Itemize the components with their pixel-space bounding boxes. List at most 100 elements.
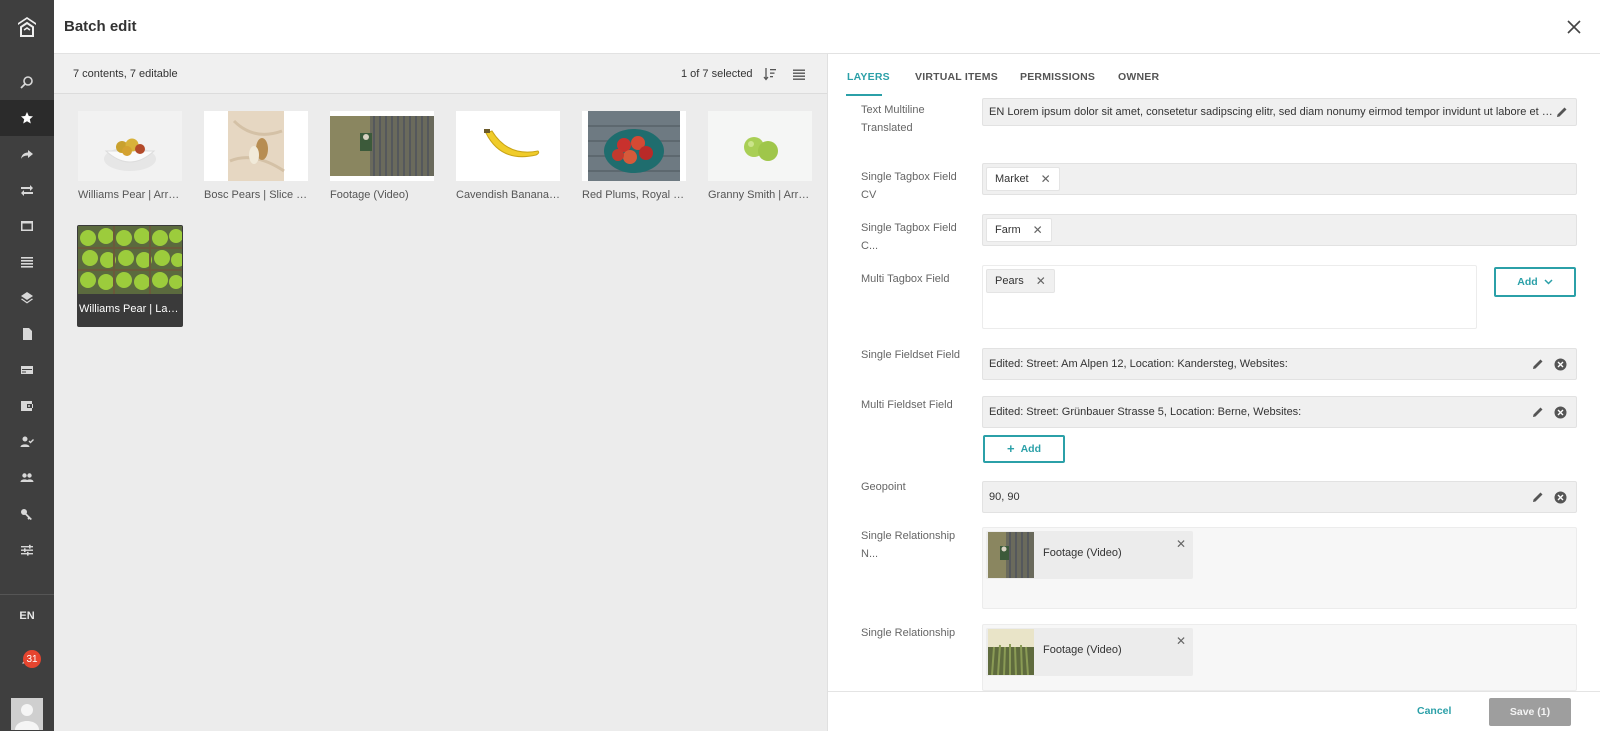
tile-image: [330, 111, 434, 181]
field-label-single-tagbox-c: Single Tagbox Field C...: [861, 222, 957, 252]
edit-panel: LAYERS VIRTUAL ITEMS PERMISSIONS OWNER T…: [827, 54, 1600, 731]
content-tile[interactable]: Bosc Pears | Slice still: [204, 111, 308, 213]
add-fieldset-label: Add: [1020, 443, 1041, 455]
rail-divider: [0, 594, 54, 595]
relationship-thumbnail: [988, 532, 1034, 578]
remove-tag-icon[interactable]: ✕: [1036, 274, 1046, 288]
edit-pencil-icon[interactable]: [1531, 357, 1545, 371]
tile-label: Red Plums, Royal Gala: [582, 189, 686, 201]
relationship-card[interactable]: Footage (Video) ✕: [986, 628, 1193, 676]
star-icon[interactable]: [0, 100, 54, 136]
content-tile[interactable]: Red Plums, Royal Gala: [582, 111, 686, 213]
remove-relationship-icon[interactable]: ✕: [1176, 634, 1186, 648]
relationship-name: Footage (Video): [1043, 644, 1122, 656]
single-tagbox-c-field[interactable]: Farm ✕: [982, 214, 1577, 246]
multi-fieldset-value: Edited: Street: Grünbauer Strasse 5, Loc…: [989, 406, 1302, 418]
list-view-icon[interactable]: [791, 66, 807, 82]
single-relationship-n-field[interactable]: Footage (Video) ✕: [982, 527, 1577, 609]
tab-layers[interactable]: LAYERS: [847, 71, 890, 83]
close-icon[interactable]: [1564, 17, 1584, 37]
single-fieldset-field[interactable]: Edited: Street: Am Alpen 12, Location: K…: [982, 348, 1577, 380]
window-icon[interactable]: [0, 208, 54, 244]
avatar[interactable]: [11, 698, 43, 730]
card-icon[interactable]: [0, 352, 54, 388]
tile-image: [708, 111, 812, 181]
tag-chip-label: Market: [995, 173, 1029, 185]
key-icon[interactable]: [0, 496, 54, 532]
user-check-icon[interactable]: [0, 424, 54, 460]
transfer-icon[interactable]: [0, 172, 54, 208]
tag-chip: Pears ✕: [986, 269, 1055, 293]
single-tagbox-cv-field[interactable]: Market ✕: [982, 163, 1577, 195]
notification-badge[interactable]: 31: [23, 650, 41, 668]
tile-label: Williams Pear | Layout: [79, 303, 181, 315]
geopoint-field[interactable]: 90, 90: [982, 481, 1577, 513]
field-label-single-relationship: Single Relationship: [861, 627, 956, 639]
dialog-header: Batch edit: [54, 0, 1600, 54]
search-icon[interactable]: [0, 64, 54, 100]
field-label-single-relationship-n: Single Relationship N...: [861, 530, 956, 560]
content-tile[interactable]: Williams Pear | Arrangement: [78, 111, 182, 213]
dialog-footer: Cancel Save (1): [828, 691, 1600, 731]
tag-chip: Farm ✕: [986, 218, 1052, 242]
tile-label: Footage (Video): [330, 189, 409, 201]
remove-tag-icon[interactable]: ✕: [1033, 223, 1043, 237]
sliders-icon[interactable]: [0, 532, 54, 568]
tab-virtual-items[interactable]: VIRTUAL ITEMS: [915, 71, 998, 83]
add-fieldset-button[interactable]: + Add: [983, 435, 1065, 463]
edit-pencil-icon[interactable]: [1555, 105, 1569, 119]
list-icon[interactable]: [0, 244, 54, 280]
edit-pencil-icon[interactable]: [1531, 405, 1545, 419]
tile-image: [78, 111, 182, 181]
language-switch[interactable]: EN: [0, 610, 54, 622]
field-label-single-fieldset: Single Fieldset Field: [861, 349, 961, 361]
content-browser: 7 contents, 7 editable 1 of 7 selected W…: [54, 54, 827, 731]
people-icon[interactable]: [0, 460, 54, 496]
tag-chip-label: Farm: [995, 224, 1021, 236]
multi-tagbox-field[interactable]: Pears ✕: [982, 265, 1477, 329]
cancel-button[interactable]: Cancel: [1417, 705, 1451, 717]
app-logo-icon[interactable]: [0, 0, 54, 54]
tile-label: Williams Pear | Arrangement: [78, 189, 182, 201]
field-label-text-multiline: Text Multiline Translated: [861, 104, 925, 134]
content-tile[interactable]: Cavendish Bananas | Single: [456, 111, 560, 213]
text-multiline-field[interactable]: EN Lorem ipsum dolor sit amet, consetetu…: [982, 98, 1577, 126]
single-relationship-field[interactable]: Footage (Video) ✕: [982, 624, 1577, 691]
relationship-thumbnail: [988, 629, 1034, 675]
content-tile[interactable]: Footage (Video): [330, 111, 434, 213]
clear-circle-icon[interactable]: [1553, 490, 1567, 504]
tile-image: [456, 111, 560, 181]
content-count: 7 contents, 7 editable: [73, 68, 178, 80]
tab-owner[interactable]: OWNER: [1118, 71, 1159, 83]
page-title: Batch edit: [64, 18, 137, 35]
edit-pencil-icon[interactable]: [1531, 490, 1545, 504]
sort-icon[interactable]: [762, 66, 778, 82]
chevron-down-icon: [1544, 276, 1553, 288]
app-rail: EN 31: [0, 0, 54, 731]
single-fieldset-value: Edited: Street: Am Alpen 12, Location: K…: [989, 358, 1288, 370]
clear-circle-icon[interactable]: [1553, 357, 1567, 371]
save-button[interactable]: Save (1): [1489, 698, 1571, 726]
remove-tag-icon[interactable]: ✕: [1041, 172, 1051, 186]
relationship-card[interactable]: Footage (Video) ✕: [986, 531, 1193, 579]
tile-label: Granny Smith | Arrangement: [708, 189, 812, 201]
add-tag-dropdown-button[interactable]: Add: [1494, 267, 1576, 297]
plus-icon: +: [1006, 441, 1015, 456]
multi-fieldset-field[interactable]: Edited: Street: Grünbauer Strasse 5, Loc…: [982, 396, 1577, 428]
content-tile-selected[interactable]: Williams Pear | Layout: [77, 225, 183, 327]
share-icon[interactable]: [0, 136, 54, 172]
wallet-icon[interactable]: [0, 388, 54, 424]
tab-permissions[interactable]: PERMISSIONS: [1020, 71, 1095, 83]
relationship-name: Footage (Video): [1043, 547, 1122, 559]
layers-icon[interactable]: [0, 280, 54, 316]
field-label-multi-tagbox: Multi Tagbox Field: [861, 273, 950, 285]
tile-label: Cavendish Bananas | Single: [456, 189, 560, 201]
tile-label: Bosc Pears | Slice still: [204, 189, 308, 201]
field-label-multi-fieldset: Multi Fieldset Field: [861, 399, 953, 411]
add-tag-label: Add: [1517, 276, 1538, 288]
content-tile[interactable]: Granny Smith | Arrangement: [708, 111, 812, 213]
remove-relationship-icon[interactable]: ✕: [1176, 537, 1186, 551]
tile-image: [204, 111, 308, 181]
document-icon[interactable]: [0, 316, 54, 352]
clear-circle-icon[interactable]: [1553, 405, 1567, 419]
